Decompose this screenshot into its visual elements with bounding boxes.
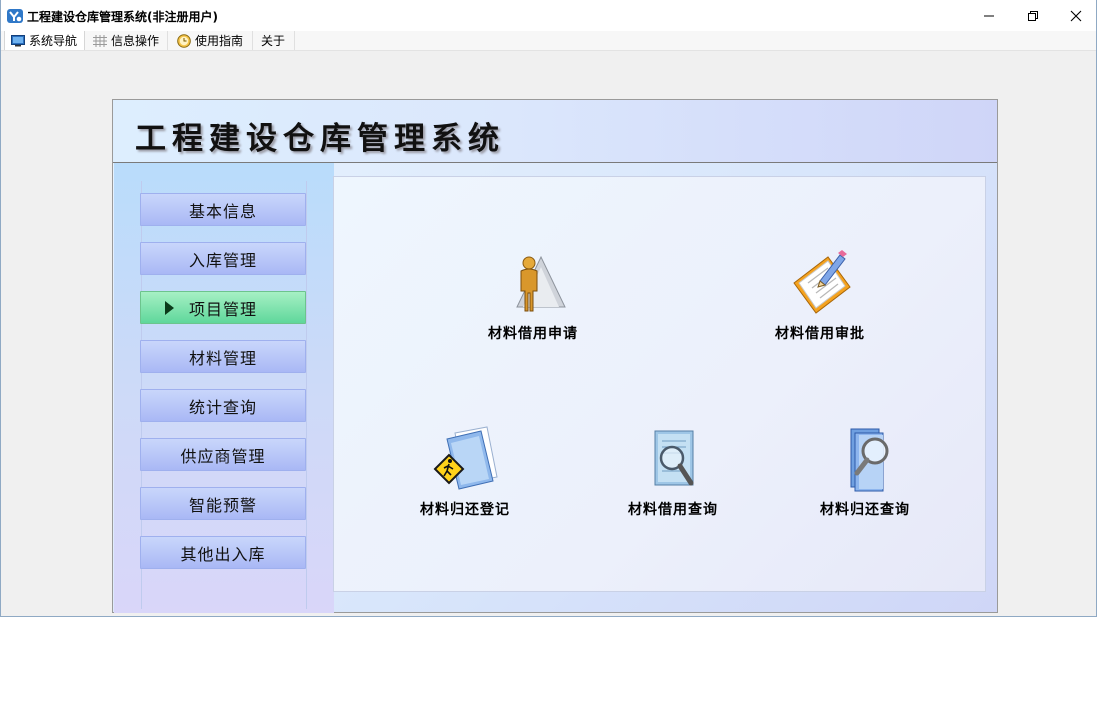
- sidebar-item-supplier[interactable]: 供应商管理: [140, 438, 306, 471]
- borrow-query-button[interactable]: 材料借用查询: [613, 425, 733, 519]
- sidebar-item-statistics[interactable]: 统计查询: [140, 389, 306, 422]
- close-button[interactable]: [1054, 0, 1098, 31]
- window-title: 工程建设仓库管理系统(非注册用户): [27, 10, 218, 24]
- banner: 工程建设仓库管理系统: [113, 100, 997, 163]
- content-area: 材料借用申请 材料借用审批 材料归还登记 材料借用查询 材料归还查询: [333, 176, 986, 592]
- menu-label: 信息操作: [111, 34, 160, 48]
- menu-user-guide[interactable]: 使用指南: [171, 31, 253, 50]
- document-search-icon: [654, 430, 694, 486]
- function-label: 材料借用审批: [775, 326, 865, 342]
- menu-info-ops[interactable]: 信息操作: [87, 31, 168, 50]
- clock-icon: [177, 33, 191, 48]
- sidebar-item-label: 智能预警: [188, 495, 257, 515]
- menu-label: 关于: [261, 34, 286, 48]
- app-logo-icon: [7, 9, 23, 23]
- sidebar-item-label: 入库管理: [188, 250, 257, 270]
- function-label: 材料归还查询: [820, 502, 910, 518]
- function-label: 材料归还登记: [420, 502, 510, 518]
- sidebar: 基本信息 入库管理 项目管理 材料管理 统计查询 供应商管理 智能预警 其他出入…: [114, 163, 334, 613]
- sidebar-item-label: 材料管理: [188, 348, 257, 368]
- menu-label: 系统导航: [29, 34, 78, 48]
- sidebar-item-project[interactable]: 项目管理: [140, 291, 306, 324]
- close-icon: [1070, 10, 1082, 21]
- minimize-icon: [984, 15, 994, 16]
- book-search-icon: [850, 428, 889, 492]
- return-register-button[interactable]: 材料归还登记: [405, 425, 525, 519]
- sidebar-item-material[interactable]: 材料管理: [140, 340, 306, 373]
- restore-button[interactable]: [1011, 0, 1055, 31]
- sidebar-item-label: 统计查询: [188, 397, 257, 417]
- folder-pedestrian-icon: [433, 426, 498, 490]
- borrow-approve-button[interactable]: 材料借用审批: [760, 249, 880, 343]
- menu-label: 使用指南: [195, 34, 244, 48]
- sidebar-item-label: 其他出入库: [180, 544, 266, 564]
- title-bar: 工程建设仓库管理系统(非注册用户): [1, 0, 1096, 31]
- function-label: 材料借用申请: [488, 326, 578, 342]
- sidebar-item-label: 项目管理: [188, 299, 257, 319]
- minimize-button[interactable]: [967, 0, 1011, 31]
- menu-bar: 系统导航 信息操作 使用指南 关于: [1, 31, 1096, 51]
- borrow-apply-button[interactable]: 材料借用申请: [473, 249, 593, 343]
- selected-arrow-icon: [165, 301, 174, 315]
- restore-icon: [1028, 10, 1038, 21]
- sidebar-item-label: 基本信息: [188, 201, 257, 221]
- sidebar-item-basic-info[interactable]: 基本信息: [140, 193, 306, 226]
- sidebar-item-label: 供应商管理: [180, 446, 266, 466]
- menu-system-nav[interactable]: 系统导航: [4, 31, 85, 50]
- banner-title: 工程建设仓库管理系统: [135, 121, 505, 157]
- clipboard-pencil-icon: [793, 250, 851, 314]
- app-window: 工程建设仓库管理系统(非注册用户) 系统导航 信息操作 使用指南 关于 工程建设…: [0, 0, 1097, 617]
- monitor-icon: [11, 34, 25, 46]
- grid-icon: [93, 34, 107, 47]
- menu-about[interactable]: 关于: [255, 31, 295, 50]
- return-query-button[interactable]: 材料归还查询: [805, 425, 925, 519]
- function-label: 材料借用查询: [628, 502, 718, 518]
- sidebar-item-inbound[interactable]: 入库管理: [140, 242, 306, 275]
- sidebar-item-warning[interactable]: 智能预警: [140, 487, 306, 520]
- person-icon: [516, 255, 566, 312]
- sidebar-item-other-io[interactable]: 其他出入库: [140, 536, 306, 569]
- main-panel: 工程建设仓库管理系统 基本信息 入库管理 项目管理 材料管理 统计查询 供应商管…: [112, 99, 998, 613]
